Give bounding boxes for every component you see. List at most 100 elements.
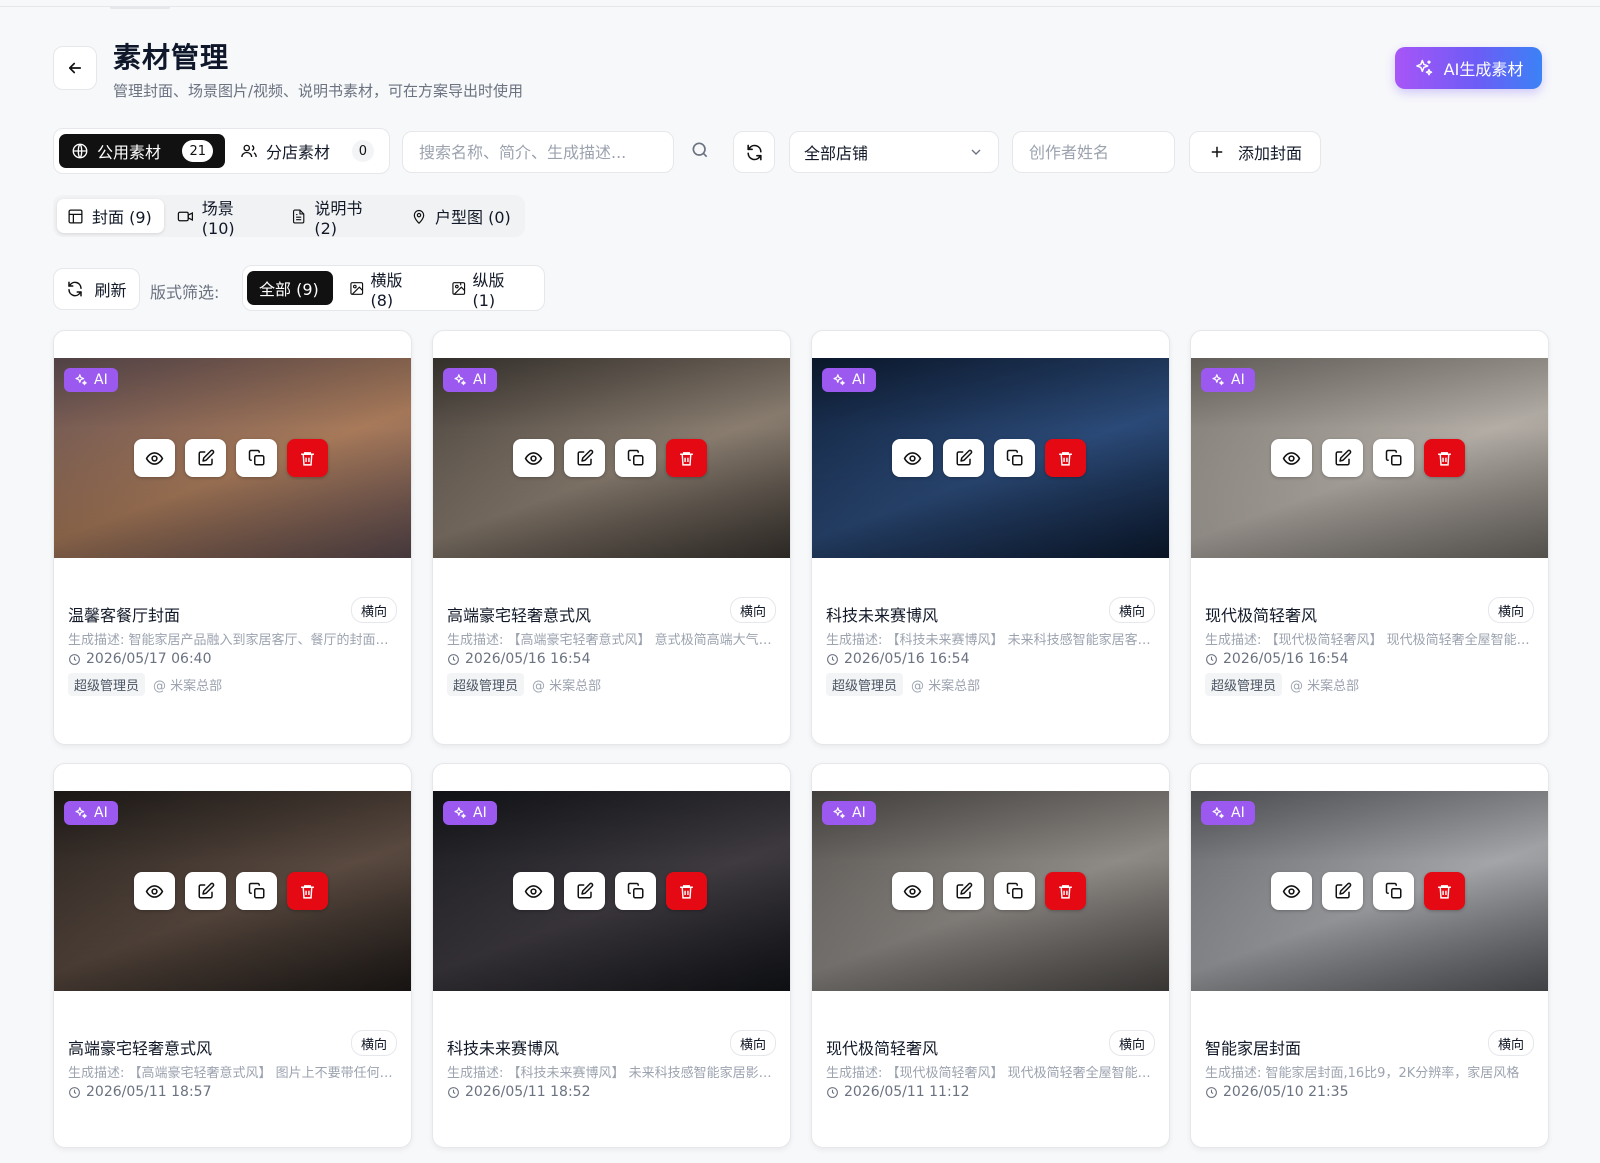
material-card[interactable]: AI 高端豪宅轻奢意式风 横向 生成描述: 【高端豪宅轻奢意式风】 图片上不要带… [53,763,412,1148]
preview-button[interactable] [892,872,933,910]
delete-button[interactable] [1045,872,1086,910]
card-description: 生成描述: 【科技未来赛博风】 未来科技感智能家居影音室 [447,1066,777,1081]
preview-button[interactable] [134,439,175,477]
material-thumbnail[interactable]: AI [812,791,1169,991]
ai-badge: AI [1201,801,1255,825]
trash-icon [1438,451,1451,466]
tab-layout-portrait[interactable]: 纵版 (1) [439,271,539,310]
copy-button[interactable] [236,872,277,910]
material-thumbnail[interactable]: AI [1191,358,1548,558]
preview-button[interactable] [892,439,933,477]
material-thumbnail[interactable]: AI [812,358,1169,558]
ai-badge-label: AI [852,372,866,388]
material-thumbnail[interactable]: AI [1191,791,1548,991]
material-card[interactable]: AI 温馨客餐厅封面 横向 生成描述: 智能家居产品融入到家居客厅、餐厅的封面，… [53,330,412,745]
tab-layout-all[interactable]: 全部 (9) [247,271,333,305]
copy-button[interactable] [1373,872,1414,910]
delete-button[interactable] [287,872,328,910]
add-cover-label: 添加封面 [1237,144,1302,163]
tab-cover[interactable]: 封面 (9) [57,199,164,233]
ai-badge-label: AI [1231,805,1245,821]
delete-button[interactable] [1424,439,1465,477]
preview-button[interactable] [513,439,554,477]
material-card[interactable]: AI 高端豪宅轻奢意式风 横向 生成描述: 【高端豪宅轻奢意式风】 意式极简高端… [432,330,791,745]
copy-button[interactable] [615,439,656,477]
copy-button[interactable] [615,872,656,910]
store-select[interactable]: 全部店铺 [789,131,999,173]
delete-button[interactable] [666,439,707,477]
tab-public-materials[interactable]: 公用素材 21 [59,134,225,168]
card-actions [134,439,328,477]
search-input[interactable] [417,141,659,163]
copy-button[interactable] [994,872,1035,910]
material-thumbnail[interactable]: AI [54,791,411,991]
refresh-button[interactable]: 刷新 [53,268,140,310]
delete-button[interactable] [1045,439,1086,477]
card-title: 高端豪宅轻奢意式风 [447,606,592,625]
edit-button[interactable] [185,872,226,910]
tab-manual[interactable]: 说明书 (2) [281,199,397,238]
edit-button[interactable] [564,439,605,477]
edit-button[interactable] [564,872,605,910]
page-subtitle: 管理封面、场景图片/视频、说明书素材，可在方案导出时使用 [113,82,524,100]
ai-badge: AI [443,368,497,392]
clock-icon [827,653,838,665]
tab-store-label: 分店素材 [266,143,331,162]
organization-label: @ 米案总部 [153,679,223,694]
preview-button[interactable] [134,872,175,910]
preview-button[interactable] [513,872,554,910]
edit-button[interactable] [1322,872,1363,910]
sparkles-icon [75,374,87,386]
copy-button[interactable] [236,439,277,477]
edit-icon [577,882,593,899]
delete-button[interactable] [1424,872,1465,910]
eye-icon [903,884,922,898]
tab-scene[interactable]: 场景 (10) [167,199,277,238]
tab-floorplan[interactable]: 户型图 (0) [401,199,521,233]
material-card[interactable]: AI 科技未来赛博风 横向 生成描述: 【科技未来赛博风】 未来科技感智能家居客… [811,330,1170,745]
material-thumbnail[interactable]: AI [54,358,411,558]
material-card[interactable]: AI 现代极简轻奢风 横向 生成描述: 【现代极简轻奢风】 现代极简轻奢全屋智能… [1190,330,1549,745]
add-cover-button[interactable]: 添加封面 [1189,131,1321,173]
edit-button[interactable] [943,872,984,910]
preview-button[interactable] [1271,872,1312,910]
preview-button[interactable] [1271,439,1312,477]
card-title: 科技未来赛博风 [826,606,939,625]
eye-icon [1282,884,1301,898]
card-description: 生成描述: 【科技未来赛博风】 未来科技感智能家居客厅设计 [826,633,1156,648]
search-button[interactable] [690,140,714,164]
reload-button[interactable] [733,131,775,173]
card-timestamp: 2026/05/16 16:54 [447,651,591,667]
material-card[interactable]: AI 智能家居封面 横向 生成描述: 智能家居封面,16比9，2K分辨率，家居风… [1190,763,1549,1148]
material-thumbnail[interactable]: AI [433,791,790,991]
copy-button[interactable] [1373,439,1414,477]
card-description: 生成描述: 智能家居产品融入到家居客厅、餐厅的封面，温馨舒适的氛围 [68,633,398,648]
card-timestamp: 2026/05/16 16:54 [1205,651,1349,667]
role-tag: 超级管理员 [447,673,525,696]
ai-generate-button[interactable]: AI生成素材 [1395,47,1542,89]
edit-icon [198,449,214,466]
material-card[interactable]: AI 科技未来赛博风 横向 生成描述: 【科技未来赛博风】 未来科技感智能家居影… [432,763,791,1148]
orientation-badge: 横向 [1487,1030,1534,1056]
orientation-badge: 横向 [1108,1030,1155,1056]
material-card[interactable]: AI 现代极简轻奢风 横向 生成描述: 【现代极简轻奢风】 现代极简轻奢全屋智能… [811,763,1170,1148]
author-input[interactable] [1027,141,1160,163]
edit-button[interactable] [943,439,984,477]
edit-button[interactable] [185,439,226,477]
ai-generate-label: AI生成素材 [1443,60,1524,79]
video-icon [177,211,194,221]
trash-icon [1438,884,1451,899]
orientation-badge: 横向 [1487,597,1534,623]
edit-button[interactable] [1322,439,1363,477]
tab-store-materials[interactable]: 分店素材 0 [228,134,386,168]
material-thumbnail[interactable]: AI [433,358,790,558]
back-button[interactable] [53,46,97,90]
delete-button[interactable] [287,439,328,477]
copy-button[interactable] [994,439,1035,477]
globe-icon [72,143,88,159]
delete-button[interactable] [666,872,707,910]
top-divider [0,6,1600,9]
sparkles-icon [75,807,87,819]
tab-layout-landscape[interactable]: 横版 (8) [337,271,437,310]
organization-label: @ 米案总部 [911,679,981,694]
